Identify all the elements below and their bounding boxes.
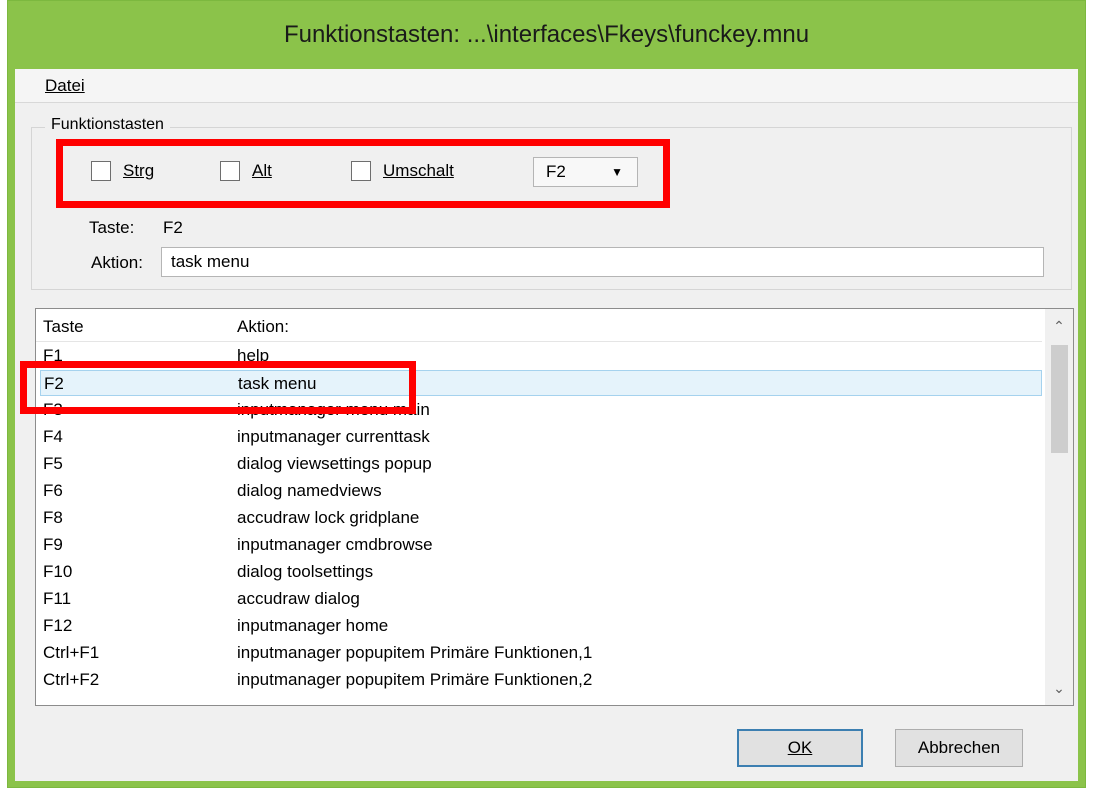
- row-key: F11: [43, 589, 72, 608]
- taste-label: Taste:: [89, 218, 135, 237]
- ok-button-label: OK: [787, 738, 813, 757]
- row-key: F10: [43, 562, 73, 581]
- row-action: inputmanager cmdbrowse: [237, 535, 433, 554]
- row-key: F4: [43, 427, 63, 446]
- scroll-down-icon[interactable]: ⌄: [1045, 673, 1073, 703]
- row-action: inputmanager popupitem Primäre Funktione…: [237, 670, 593, 689]
- cancel-button-label: Abbrechen: [917, 738, 1001, 757]
- list-row[interactable]: F6 dialog namedviews: [40, 478, 1042, 504]
- row-key: F8: [43, 508, 63, 527]
- list-row[interactable]: Ctrl+F2 inputmanager popupitem Primäre F…: [40, 667, 1042, 693]
- row-key: F5: [43, 454, 63, 473]
- list-header: Taste Aktion:: [36, 309, 1042, 342]
- title-bar[interactable]: Funktionstasten: ...\interfaces\Fkeys\fu…: [8, 1, 1085, 69]
- row-action: dialog viewsettings popup: [237, 454, 432, 473]
- window-title: Funktionstasten: ...\interfaces\Fkeys\fu…: [283, 21, 810, 48]
- row-key: F6: [43, 481, 63, 500]
- list-row[interactable]: F10 dialog toolsettings: [40, 559, 1042, 585]
- row-action: inputmanager home: [237, 616, 389, 635]
- list-row[interactable]: F12 inputmanager home: [40, 613, 1042, 639]
- row-action: accudraw lock gridplane: [237, 508, 420, 527]
- list-row[interactable]: F4 inputmanager currenttask: [40, 424, 1042, 450]
- highlight-box-row: [20, 361, 416, 414]
- column-header-taste[interactable]: Taste: [43, 317, 84, 337]
- taste-value: F2: [163, 218, 183, 237]
- column-header-aktion[interactable]: Aktion:: [237, 317, 289, 337]
- scroll-up-icon[interactable]: ⌃: [1045, 311, 1073, 341]
- highlight-box-modifiers: [56, 139, 670, 208]
- window-border-left: [8, 69, 15, 787]
- list-row[interactable]: F11 accudraw dialog: [40, 586, 1042, 612]
- row-key: Ctrl+F2: [43, 670, 100, 689]
- aktion-input-value: task menu: [171, 252, 250, 271]
- list-row[interactable]: F9 inputmanager cmdbrowse: [40, 532, 1042, 558]
- row-action: dialog namedviews: [237, 481, 382, 500]
- row-action: accudraw dialog: [237, 589, 360, 608]
- vertical-scrollbar[interactable]: ⌃ ⌄: [1045, 309, 1073, 705]
- list-row[interactable]: F8 accudraw lock gridplane: [40, 505, 1042, 531]
- row-action: inputmanager currenttask: [237, 427, 430, 446]
- group-legend: Funktionstasten: [45, 116, 170, 134]
- row-key: F12: [43, 616, 73, 635]
- menu-bar: Datei: [15, 69, 1078, 103]
- aktion-input[interactable]: task menu: [161, 247, 1044, 277]
- cancel-button[interactable]: Abbrechen: [895, 729, 1023, 767]
- row-action: dialog toolsettings: [237, 562, 374, 581]
- menu-datei[interactable]: Datei: [15, 76, 85, 96]
- window-border-bottom: [8, 781, 1085, 787]
- scroll-thumb[interactable]: [1051, 345, 1068, 453]
- window-border-right: [1078, 69, 1085, 787]
- row-action: inputmanager popupitem Primäre Funktione…: [237, 643, 593, 662]
- ok-button[interactable]: OK: [737, 729, 863, 767]
- row-key: F9: [43, 535, 63, 554]
- list-row[interactable]: F5 dialog viewsettings popup: [40, 451, 1042, 477]
- row-key: Ctrl+F1: [43, 643, 100, 662]
- aktion-label: Aktion:: [91, 253, 143, 272]
- list-row[interactable]: Ctrl+F1 inputmanager popupitem Primäre F…: [40, 640, 1042, 666]
